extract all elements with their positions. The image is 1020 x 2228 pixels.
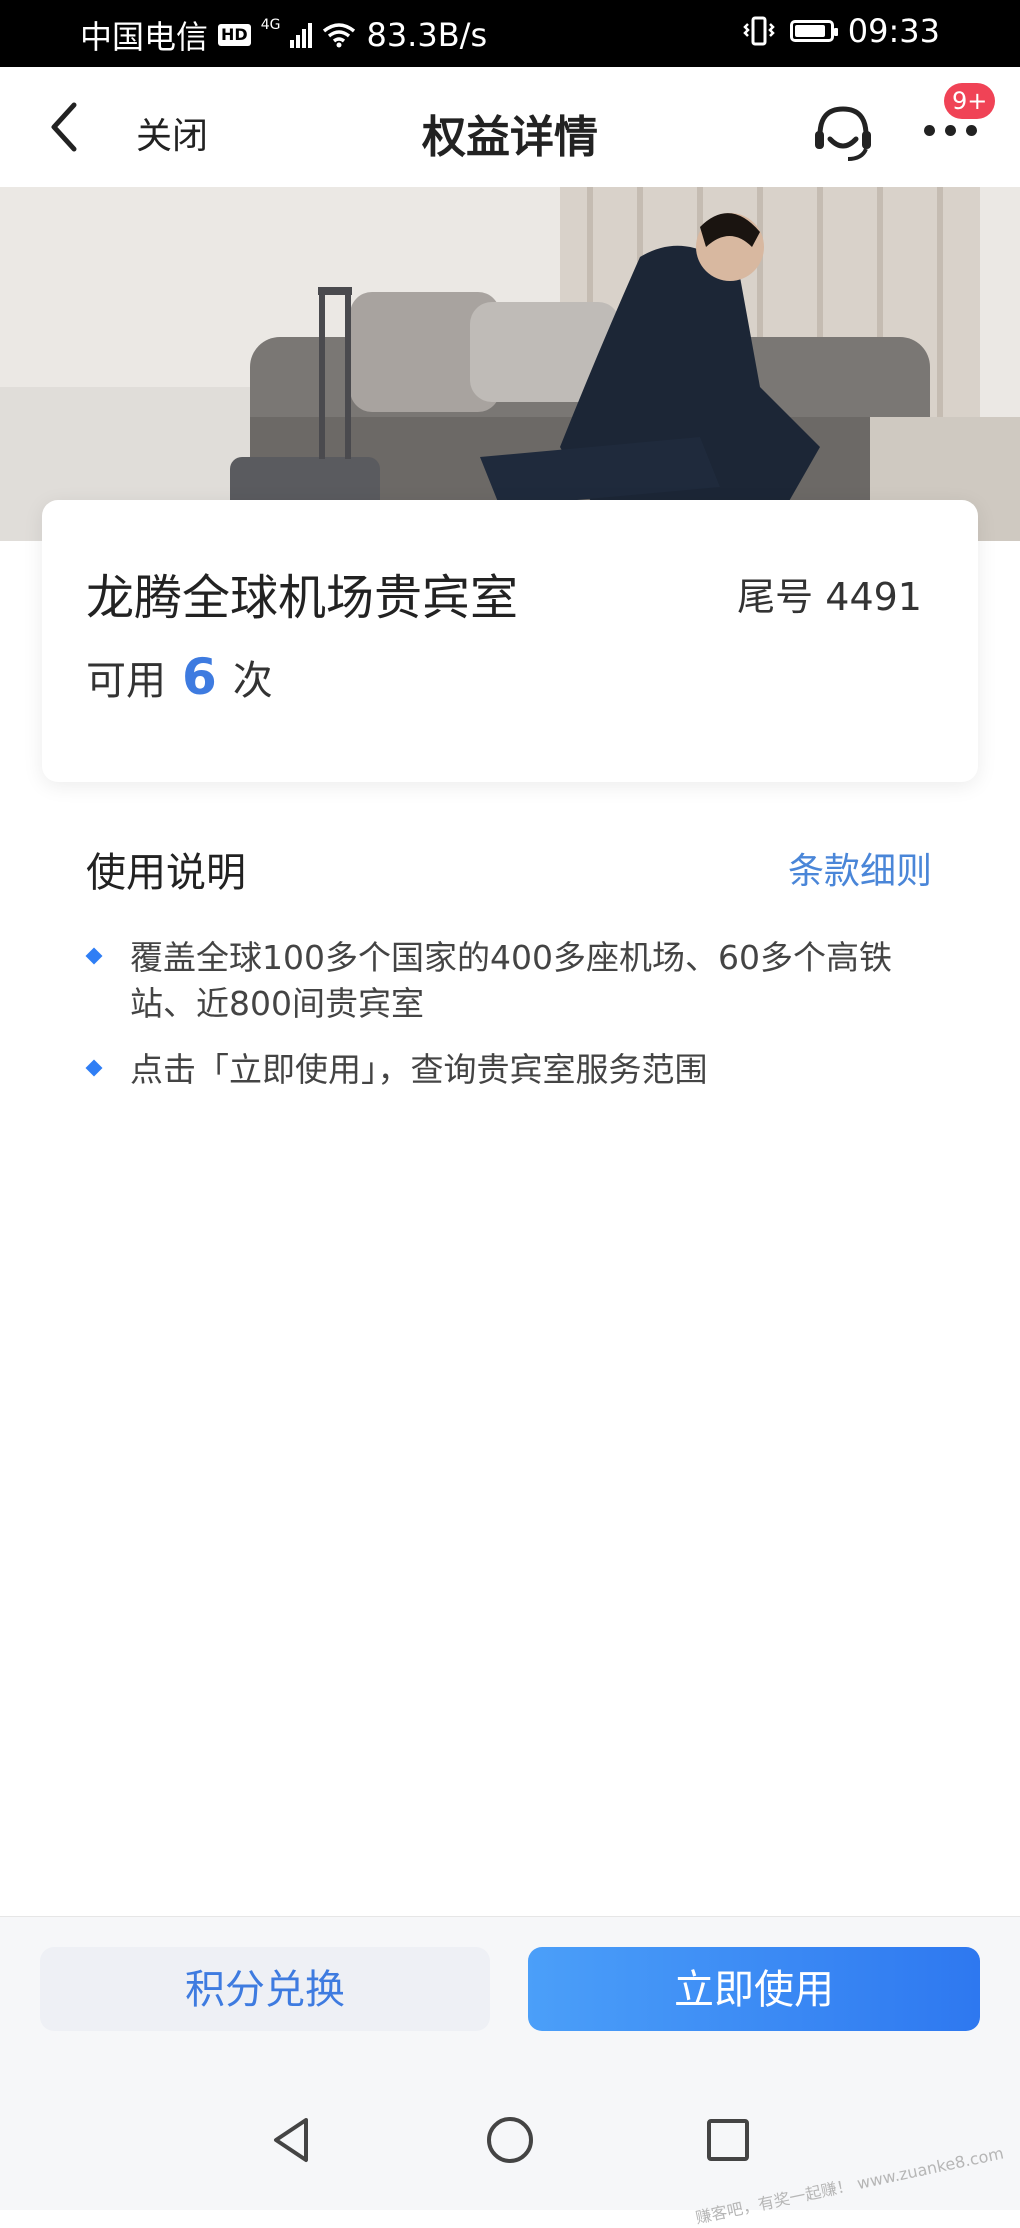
back-arrow-icon: [51, 102, 77, 152]
instructions-list: 覆盖全球100多个国家的400多座机场、60多个高铁站、近800间贵宾室 点击「…: [85, 935, 946, 1113]
system-home-button[interactable]: [480, 2110, 540, 2170]
customer-service-button[interactable]: [808, 97, 878, 167]
diamond-bullet-icon: [85, 1059, 103, 1077]
network-speed: 83.3B/s: [366, 16, 488, 54]
hero-illustration: [0, 187, 1020, 541]
battery-level: [794, 25, 826, 37]
available-suffix: 次: [232, 658, 273, 704]
system-recents-button[interactable]: [698, 2110, 758, 2170]
available-count-number: 6: [182, 648, 217, 706]
back-button[interactable]: [40, 97, 100, 157]
recents-square-icon: [707, 2119, 749, 2161]
customer-service-icon: [815, 106, 871, 161]
use-now-button[interactable]: 立即使用: [528, 1947, 980, 2031]
status-right: 09:33: [742, 12, 940, 50]
battery-icon: [789, 20, 838, 42]
close-button[interactable]: 关闭: [136, 107, 208, 159]
status-bar: 中国电信 HD 4G 83.3B/s 09:33: [0, 0, 1020, 67]
benefit-card: 龙腾全球机场贵宾室 尾号 4491 可用 6 次: [42, 500, 978, 782]
vibrate-icon: [743, 16, 775, 46]
wifi-icon: [323, 23, 356, 48]
terms-link[interactable]: 条款细则: [788, 842, 932, 894]
nav-bar: 关闭 权益详情: [0, 67, 1020, 187]
signal-icon: [290, 22, 313, 48]
tail-number: 4491: [825, 575, 922, 619]
hero-image: [0, 187, 1020, 541]
tail-label: 尾号: [737, 575, 814, 619]
home-circle-icon: [487, 2117, 533, 2163]
list-item-text: 点击「立即使用」，查询贵宾室服务范围: [130, 1050, 708, 1089]
back-triangle-icon: [274, 2118, 308, 2162]
diamond-bullet-icon: [85, 947, 103, 965]
list-item: 点击「立即使用」，查询贵宾室服务范围: [85, 1047, 946, 1093]
action-bar: 积分兑换 立即使用: [0, 1916, 1020, 2075]
network-type-label: 4G: [260, 17, 281, 33]
system-back-button[interactable]: [262, 2110, 322, 2170]
system-nav-bar: 赚客吧，有奖一起赚！ www.zuanke8.com: [0, 2074, 1020, 2227]
available-count: 可用 6 次: [86, 648, 273, 706]
points-exchange-button[interactable]: 积分兑换: [40, 1947, 490, 2031]
benefit-title: 龙腾全球机场贵宾室: [86, 570, 519, 626]
notification-badge: 9+: [944, 83, 996, 119]
status-left: 中国电信 HD 4G 83.3B/s: [80, 12, 487, 58]
clock: 09:33: [847, 12, 940, 50]
carrier-label: 中国电信: [80, 18, 209, 56]
card-tail-number: 尾号 4491: [737, 566, 922, 621]
hd-icon: HD: [218, 24, 251, 46]
more-icon: [924, 125, 977, 136]
instructions-title: 使用说明: [86, 850, 246, 896]
available-prefix: 可用: [86, 658, 166, 704]
list-item: 覆盖全球100多个国家的400多座机场、60多个高铁站、近800间贵宾室: [85, 935, 946, 1027]
list-item-text: 覆盖全球100多个国家的400多座机场、60多个高铁站、近800间贵宾室: [130, 938, 892, 1023]
